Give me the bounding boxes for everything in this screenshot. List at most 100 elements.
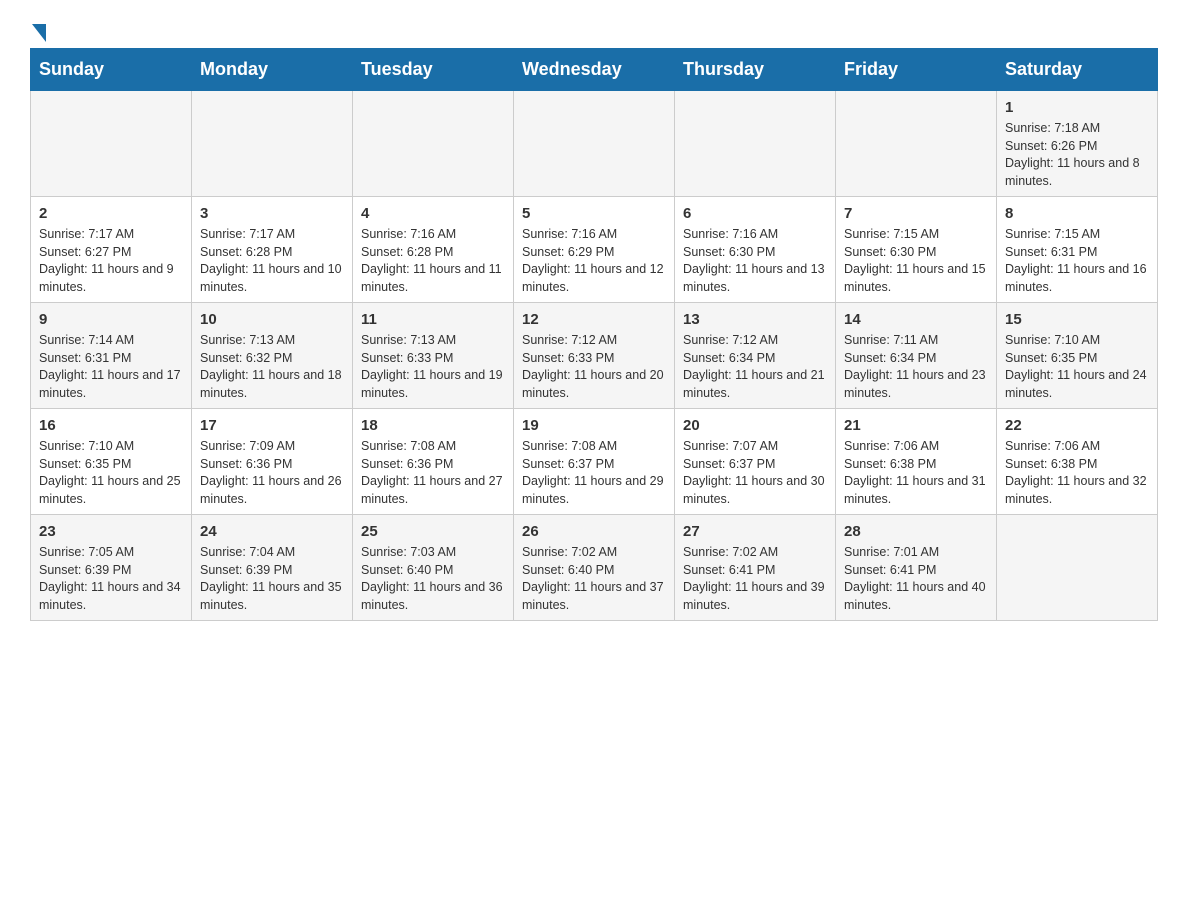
day-info: Sunrise: 7:01 AM Sunset: 6:41 PM Dayligh…: [844, 544, 988, 614]
day-info: Sunrise: 7:08 AM Sunset: 6:37 PM Dayligh…: [522, 438, 666, 508]
day-info: Sunrise: 7:10 AM Sunset: 6:35 PM Dayligh…: [39, 438, 183, 508]
day-info: Sunrise: 7:15 AM Sunset: 6:30 PM Dayligh…: [844, 226, 988, 296]
calendar-cell: [353, 91, 514, 197]
day-number: 27: [683, 521, 827, 542]
calendar-cell: 17Sunrise: 7:09 AM Sunset: 6:36 PM Dayli…: [192, 409, 353, 515]
day-number: 25: [361, 521, 505, 542]
week-row-3: 9Sunrise: 7:14 AM Sunset: 6:31 PM Daylig…: [31, 303, 1158, 409]
week-row-1: 1Sunrise: 7:18 AM Sunset: 6:26 PM Daylig…: [31, 91, 1158, 197]
day-number: 23: [39, 521, 183, 542]
header-row: SundayMondayTuesdayWednesdayThursdayFrid…: [31, 49, 1158, 91]
day-number: 15: [1005, 309, 1149, 330]
calendar-cell: 11Sunrise: 7:13 AM Sunset: 6:33 PM Dayli…: [353, 303, 514, 409]
calendar-cell: 16Sunrise: 7:10 AM Sunset: 6:35 PM Dayli…: [31, 409, 192, 515]
header-day-wednesday: Wednesday: [514, 49, 675, 91]
day-info: Sunrise: 7:13 AM Sunset: 6:33 PM Dayligh…: [361, 332, 505, 402]
day-number: 26: [522, 521, 666, 542]
calendar-cell: [514, 91, 675, 197]
day-number: 11: [361, 309, 505, 330]
calendar-cell: [31, 91, 192, 197]
calendar-cell: 6Sunrise: 7:16 AM Sunset: 6:30 PM Daylig…: [675, 197, 836, 303]
calendar-cell: 27Sunrise: 7:02 AM Sunset: 6:41 PM Dayli…: [675, 515, 836, 621]
day-info: Sunrise: 7:11 AM Sunset: 6:34 PM Dayligh…: [844, 332, 988, 402]
day-number: 12: [522, 309, 666, 330]
day-info: Sunrise: 7:04 AM Sunset: 6:39 PM Dayligh…: [200, 544, 344, 614]
calendar-cell: 13Sunrise: 7:12 AM Sunset: 6:34 PM Dayli…: [675, 303, 836, 409]
calendar-cell: 4Sunrise: 7:16 AM Sunset: 6:28 PM Daylig…: [353, 197, 514, 303]
calendar-cell: 26Sunrise: 7:02 AM Sunset: 6:40 PM Dayli…: [514, 515, 675, 621]
day-number: 17: [200, 415, 344, 436]
calendar-cell: 20Sunrise: 7:07 AM Sunset: 6:37 PM Dayli…: [675, 409, 836, 515]
calendar-cell: 18Sunrise: 7:08 AM Sunset: 6:36 PM Dayli…: [353, 409, 514, 515]
day-info: Sunrise: 7:03 AM Sunset: 6:40 PM Dayligh…: [361, 544, 505, 614]
calendar-table: SundayMondayTuesdayWednesdayThursdayFrid…: [30, 48, 1158, 621]
day-info: Sunrise: 7:10 AM Sunset: 6:35 PM Dayligh…: [1005, 332, 1149, 402]
calendar-cell: 10Sunrise: 7:13 AM Sunset: 6:32 PM Dayli…: [192, 303, 353, 409]
calendar-cell: 2Sunrise: 7:17 AM Sunset: 6:27 PM Daylig…: [31, 197, 192, 303]
calendar-cell: 1Sunrise: 7:18 AM Sunset: 6:26 PM Daylig…: [997, 91, 1158, 197]
day-info: Sunrise: 7:05 AM Sunset: 6:39 PM Dayligh…: [39, 544, 183, 614]
day-info: Sunrise: 7:08 AM Sunset: 6:36 PM Dayligh…: [361, 438, 505, 508]
day-info: Sunrise: 7:12 AM Sunset: 6:34 PM Dayligh…: [683, 332, 827, 402]
day-info: Sunrise: 7:17 AM Sunset: 6:27 PM Dayligh…: [39, 226, 183, 296]
header-day-tuesday: Tuesday: [353, 49, 514, 91]
day-info: Sunrise: 7:13 AM Sunset: 6:32 PM Dayligh…: [200, 332, 344, 402]
day-info: Sunrise: 7:02 AM Sunset: 6:41 PM Dayligh…: [683, 544, 827, 614]
day-info: Sunrise: 7:02 AM Sunset: 6:40 PM Dayligh…: [522, 544, 666, 614]
calendar-cell: [836, 91, 997, 197]
day-number: 3: [200, 203, 344, 224]
week-row-4: 16Sunrise: 7:10 AM Sunset: 6:35 PM Dayli…: [31, 409, 1158, 515]
day-info: Sunrise: 7:06 AM Sunset: 6:38 PM Dayligh…: [844, 438, 988, 508]
day-number: 28: [844, 521, 988, 542]
calendar-cell: 14Sunrise: 7:11 AM Sunset: 6:34 PM Dayli…: [836, 303, 997, 409]
day-info: Sunrise: 7:06 AM Sunset: 6:38 PM Dayligh…: [1005, 438, 1149, 508]
day-number: 22: [1005, 415, 1149, 436]
calendar-cell: 3Sunrise: 7:17 AM Sunset: 6:28 PM Daylig…: [192, 197, 353, 303]
page-header: [30, 20, 1158, 38]
day-number: 21: [844, 415, 988, 436]
day-info: Sunrise: 7:15 AM Sunset: 6:31 PM Dayligh…: [1005, 226, 1149, 296]
day-info: Sunrise: 7:12 AM Sunset: 6:33 PM Dayligh…: [522, 332, 666, 402]
week-row-2: 2Sunrise: 7:17 AM Sunset: 6:27 PM Daylig…: [31, 197, 1158, 303]
day-info: Sunrise: 7:16 AM Sunset: 6:28 PM Dayligh…: [361, 226, 505, 296]
calendar-cell: 23Sunrise: 7:05 AM Sunset: 6:39 PM Dayli…: [31, 515, 192, 621]
day-number: 20: [683, 415, 827, 436]
calendar-cell: 28Sunrise: 7:01 AM Sunset: 6:41 PM Dayli…: [836, 515, 997, 621]
day-number: 10: [200, 309, 344, 330]
day-number: 8: [1005, 203, 1149, 224]
day-number: 19: [522, 415, 666, 436]
calendar-cell: 7Sunrise: 7:15 AM Sunset: 6:30 PM Daylig…: [836, 197, 997, 303]
day-number: 2: [39, 203, 183, 224]
calendar-cell: [675, 91, 836, 197]
calendar-cell: [997, 515, 1158, 621]
calendar-cell: 8Sunrise: 7:15 AM Sunset: 6:31 PM Daylig…: [997, 197, 1158, 303]
header-day-thursday: Thursday: [675, 49, 836, 91]
header-day-monday: Monday: [192, 49, 353, 91]
day-info: Sunrise: 7:14 AM Sunset: 6:31 PM Dayligh…: [39, 332, 183, 402]
calendar-cell: 24Sunrise: 7:04 AM Sunset: 6:39 PM Dayli…: [192, 515, 353, 621]
logo-triangle-icon: [32, 24, 46, 42]
day-number: 6: [683, 203, 827, 224]
calendar-header: SundayMondayTuesdayWednesdayThursdayFrid…: [31, 49, 1158, 91]
day-number: 13: [683, 309, 827, 330]
day-number: 4: [361, 203, 505, 224]
day-number: 16: [39, 415, 183, 436]
calendar-cell: 5Sunrise: 7:16 AM Sunset: 6:29 PM Daylig…: [514, 197, 675, 303]
calendar-cell: 12Sunrise: 7:12 AM Sunset: 6:33 PM Dayli…: [514, 303, 675, 409]
calendar-cell: 21Sunrise: 7:06 AM Sunset: 6:38 PM Dayli…: [836, 409, 997, 515]
day-number: 14: [844, 309, 988, 330]
day-number: 1: [1005, 97, 1149, 118]
calendar-cell: 25Sunrise: 7:03 AM Sunset: 6:40 PM Dayli…: [353, 515, 514, 621]
calendar-cell: 19Sunrise: 7:08 AM Sunset: 6:37 PM Dayli…: [514, 409, 675, 515]
header-day-sunday: Sunday: [31, 49, 192, 91]
day-info: Sunrise: 7:16 AM Sunset: 6:30 PM Dayligh…: [683, 226, 827, 296]
calendar-cell: [192, 91, 353, 197]
calendar-cell: 9Sunrise: 7:14 AM Sunset: 6:31 PM Daylig…: [31, 303, 192, 409]
header-day-friday: Friday: [836, 49, 997, 91]
day-info: Sunrise: 7:16 AM Sunset: 6:29 PM Dayligh…: [522, 226, 666, 296]
calendar-cell: 15Sunrise: 7:10 AM Sunset: 6:35 PM Dayli…: [997, 303, 1158, 409]
calendar-body: 1Sunrise: 7:18 AM Sunset: 6:26 PM Daylig…: [31, 91, 1158, 621]
day-info: Sunrise: 7:07 AM Sunset: 6:37 PM Dayligh…: [683, 438, 827, 508]
day-number: 18: [361, 415, 505, 436]
day-number: 24: [200, 521, 344, 542]
